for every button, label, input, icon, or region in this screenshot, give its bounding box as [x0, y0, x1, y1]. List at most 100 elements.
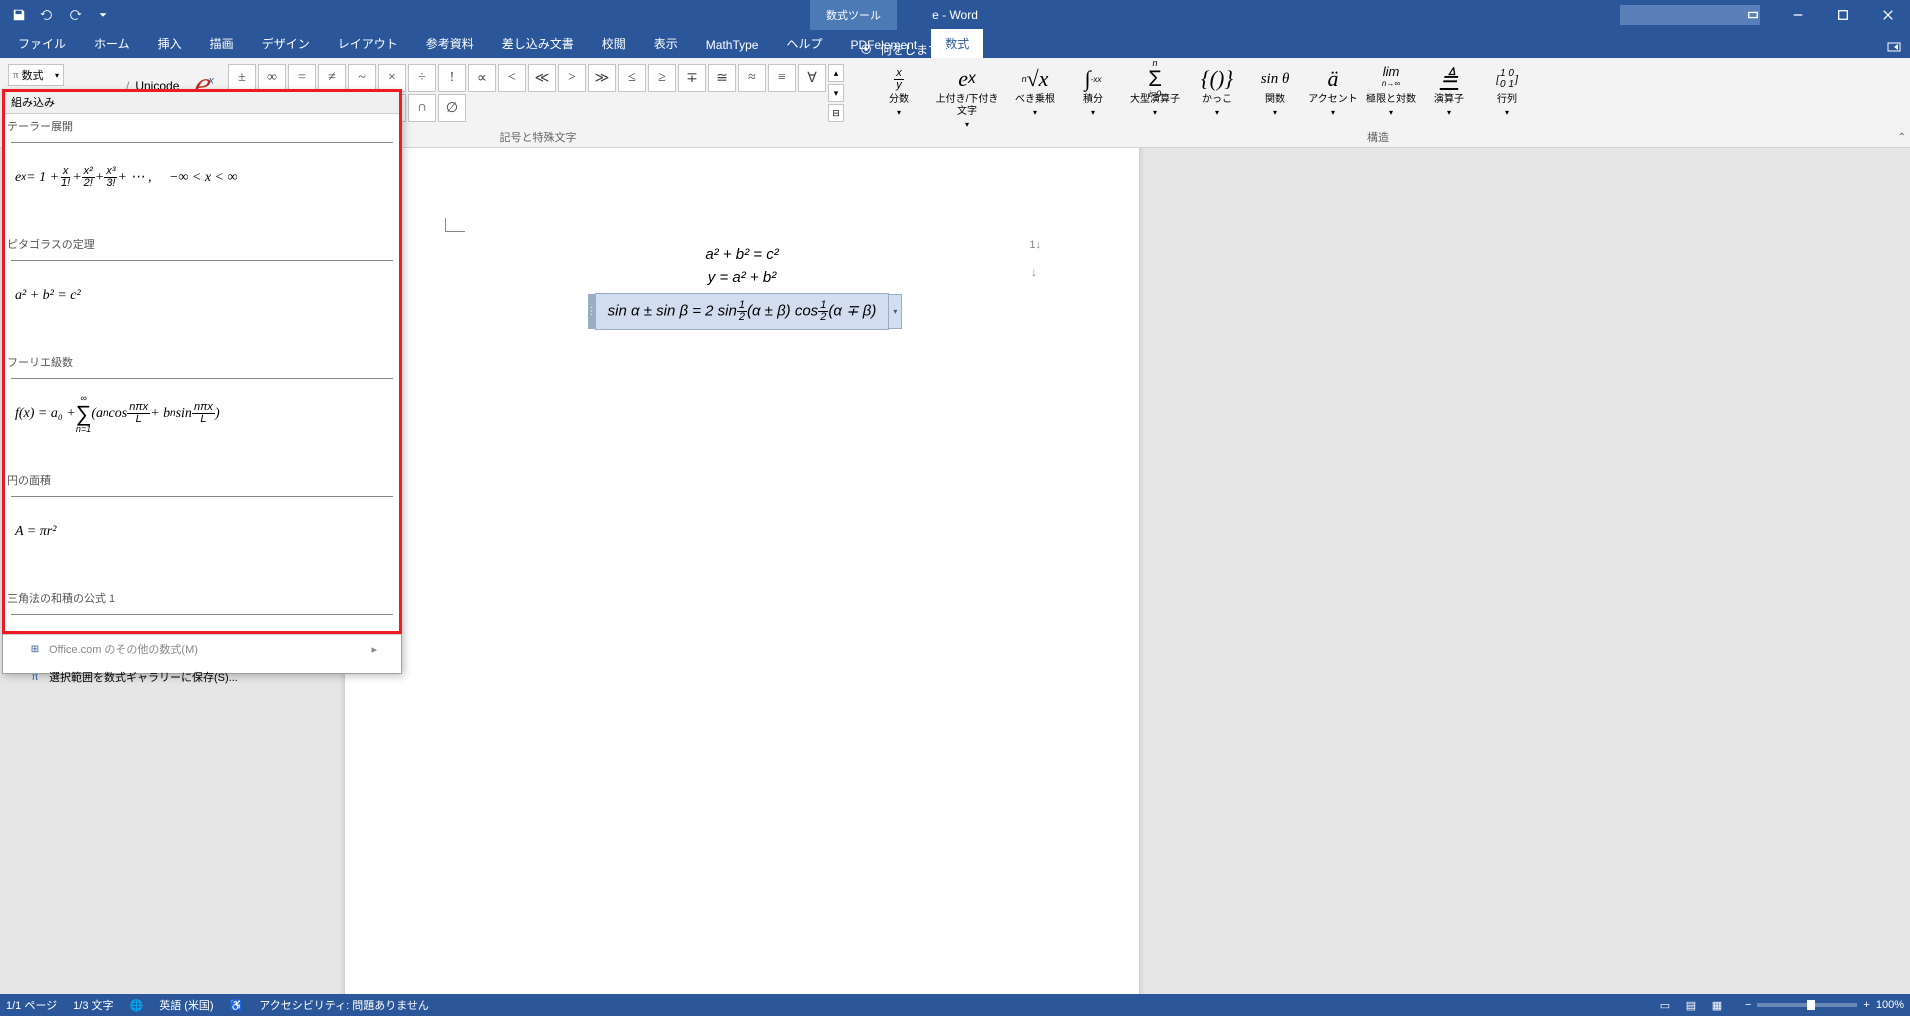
equation-move-handle[interactable] [588, 294, 596, 329]
zoom-slider[interactable] [1757, 1003, 1857, 1007]
minimize-icon[interactable] [1775, 0, 1820, 30]
tab-help[interactable]: ヘルプ [772, 29, 836, 58]
struct-radical[interactable]: n√xべき乗根▾ [1010, 64, 1060, 129]
collapse-ribbon-icon[interactable]: ⌃ [1898, 132, 1906, 143]
struct-script[interactable]: ex上付き/下付き文字▾ [932, 64, 1002, 129]
window-title: e - Word [932, 8, 978, 22]
tell-me-search[interactable]: 何をしますか [860, 41, 952, 58]
status-a11y-icon: ♿ [230, 999, 244, 1012]
save-icon[interactable] [6, 2, 32, 28]
equation-1[interactable]: a² + b² = c² [345, 243, 1139, 266]
zoom-in-icon[interactable]: + [1863, 999, 1869, 1011]
tab-view[interactable]: 表示 [640, 29, 692, 58]
symbol-2[interactable]: = [288, 64, 316, 92]
gallery-cat-fourier: フーリエ級数 [3, 350, 401, 378]
equation-dropdown-button[interactable]: π 数式 ▾ [8, 64, 64, 86]
close-icon[interactable] [1865, 0, 1910, 30]
view-print-icon[interactable]: ▤ [1679, 996, 1703, 1014]
symbol-16[interactable]: ≅ [708, 64, 736, 92]
maximize-icon[interactable] [1820, 0, 1865, 30]
symbol-11[interactable]: > [558, 64, 586, 92]
struct-largeop[interactable]: nΣi=0大型演算子▾ [1126, 64, 1184, 129]
symbol-18[interactable]: ≡ [768, 64, 796, 92]
symbol-7[interactable]: ! [438, 64, 466, 92]
tab-design[interactable]: デザイン [248, 29, 324, 58]
tab-draw[interactable]: 描画 [196, 29, 248, 58]
struct-fraction[interactable]: xy分数▾ [874, 64, 924, 129]
gallery-item-trig[interactable]: sin α ± sin β = 2 sin12(α ± β) cos12(α ∓… [11, 614, 393, 634]
view-read-icon[interactable]: ▭ [1653, 996, 1677, 1014]
page[interactable]: 1↓ ↓ a² + b² = c² y = a² + b² sin α ± si… [345, 148, 1139, 994]
struct-function[interactable]: sin θ関数▾ [1250, 64, 1300, 129]
symbol-0[interactable]: ± [228, 64, 256, 92]
status-words[interactable]: 1/3 文字 [73, 997, 113, 1013]
symbol-3[interactable]: ≠ [318, 64, 346, 92]
status-page[interactable]: 1/1 ページ [6, 997, 57, 1013]
gallery-item-taylor[interactable]: ex = 1 + x1! + x²2! + x³3! + ⋯ , −∞ < x … [11, 142, 393, 212]
tab-layout[interactable]: レイアウト [324, 29, 412, 58]
symbol-1[interactable]: ∞ [258, 64, 286, 92]
ruler-mark-right: 1↓ [1029, 239, 1041, 251]
gallery-item-fourier[interactable]: f(x) = a₀ + ∞∑n=1 (an cosnπxL + bn sinnπ… [11, 378, 393, 448]
gallery-cat-trig: 三角法の和積の公式 1 [3, 586, 401, 614]
tab-review[interactable]: 校閲 [588, 29, 640, 58]
status-lang-icon: 🌐 [130, 999, 144, 1012]
contextual-tab-label: 数式ツール [810, 0, 897, 30]
equation-options-handle[interactable]: ▾ [888, 294, 902, 329]
struct-operator[interactable]: ≜演算子▾ [1424, 64, 1474, 129]
struct-accent[interactable]: äアクセント▾ [1308, 64, 1358, 129]
struct-bracket[interactable]: {()}かっこ▾ [1192, 64, 1242, 129]
tab-mailings[interactable]: 差し込み文書 [488, 29, 588, 58]
symbol-8[interactable]: ∝ [468, 64, 496, 92]
status-accessibility[interactable]: アクセシビリティ: 問題ありません [259, 997, 429, 1013]
gallery-cat-pythag: ピタゴラスの定理 [3, 232, 401, 260]
symbol-17[interactable]: ≈ [738, 64, 766, 92]
zoom-percent[interactable]: 100% [1876, 999, 1904, 1011]
symbol-5[interactable]: × [378, 64, 406, 92]
struct-matrix[interactable]: [1 00 1]行列▾ [1482, 64, 1532, 129]
symbol-14[interactable]: ≥ [648, 64, 676, 92]
symbol-19[interactable]: ∀ [798, 64, 826, 92]
gallery-save-selection[interactable]: π 選択範囲を数式ギャラリーに保存(S)... [3, 663, 401, 691]
zoom-out-icon[interactable]: − [1745, 999, 1751, 1011]
equation-editor-active[interactable]: sin α ± sin β = 2 sin12(α ± β) cos12(α ∓… [595, 293, 890, 330]
struct-integral[interactable]: ∫-xx積分▾ [1068, 64, 1118, 129]
symbol-9[interactable]: < [498, 64, 526, 92]
gallery-more-office[interactable]: ⊞ Office.com のその他の数式(M) ▸ [3, 635, 401, 663]
tab-insert[interactable]: 挿入 [144, 29, 196, 58]
undo-icon[interactable] [34, 2, 60, 28]
symbol-26[interactable]: ∩ [408, 94, 436, 122]
ribbon-options-icon[interactable] [1730, 0, 1775, 30]
structures-group: xy分数▾ ex上付き/下付き文字▾ n√xべき乗根▾ ∫-xx積分▾ nΣi=… [866, 60, 1540, 133]
symbols-more[interactable]: ▴▾⊟ [828, 64, 844, 122]
pi-icon: π [13, 69, 19, 81]
tab-home[interactable]: ホーム [80, 29, 144, 58]
office-icon: ⊞ [27, 641, 43, 657]
title-bar: e - Word 数式ツール [0, 0, 1910, 30]
gallery-cat-circle: 円の面積 [3, 468, 401, 496]
status-language[interactable]: 英語 (米国) [159, 997, 213, 1013]
gallery-scroll[interactable]: テーラー展開 ex = 1 + x1! + x²2! + x³3! + ⋯ , … [3, 114, 401, 634]
share-icon[interactable] [1886, 39, 1902, 58]
symbol-4[interactable]: ~ [348, 64, 376, 92]
redo-icon[interactable] [62, 2, 88, 28]
symbol-10[interactable]: ≪ [528, 64, 556, 92]
symbol-13[interactable]: ≤ [618, 64, 646, 92]
struct-limit[interactable]: limn→∞極限と対数▾ [1366, 64, 1416, 129]
ribbon-tabs: ファイル ホーム 挿入 描画 デザイン レイアウト 参考資料 差し込み文書 校閲… [0, 30, 1910, 58]
equation-2[interactable]: y = a² + b² [345, 266, 1139, 289]
ruler-arrow-right: ↓ [1031, 265, 1037, 279]
tab-file[interactable]: ファイル [4, 29, 80, 58]
view-web-icon[interactable]: ▦ [1705, 996, 1729, 1014]
qat-more-icon[interactable] [90, 2, 116, 28]
gallery-cat-taylor: テーラー展開 [3, 114, 401, 142]
symbol-15[interactable]: ∓ [678, 64, 706, 92]
ruler-mark-left [445, 218, 465, 232]
tab-references[interactable]: 参考資料 [412, 29, 488, 58]
symbol-27[interactable]: ∅ [438, 94, 466, 122]
symbol-12[interactable]: ≫ [588, 64, 616, 92]
symbol-6[interactable]: ÷ [408, 64, 436, 92]
tab-mathtype[interactable]: MathType [692, 32, 773, 58]
gallery-item-pythag[interactable]: a² + b² = c² [11, 260, 393, 330]
gallery-item-circle[interactable]: A = πr² [11, 496, 393, 566]
